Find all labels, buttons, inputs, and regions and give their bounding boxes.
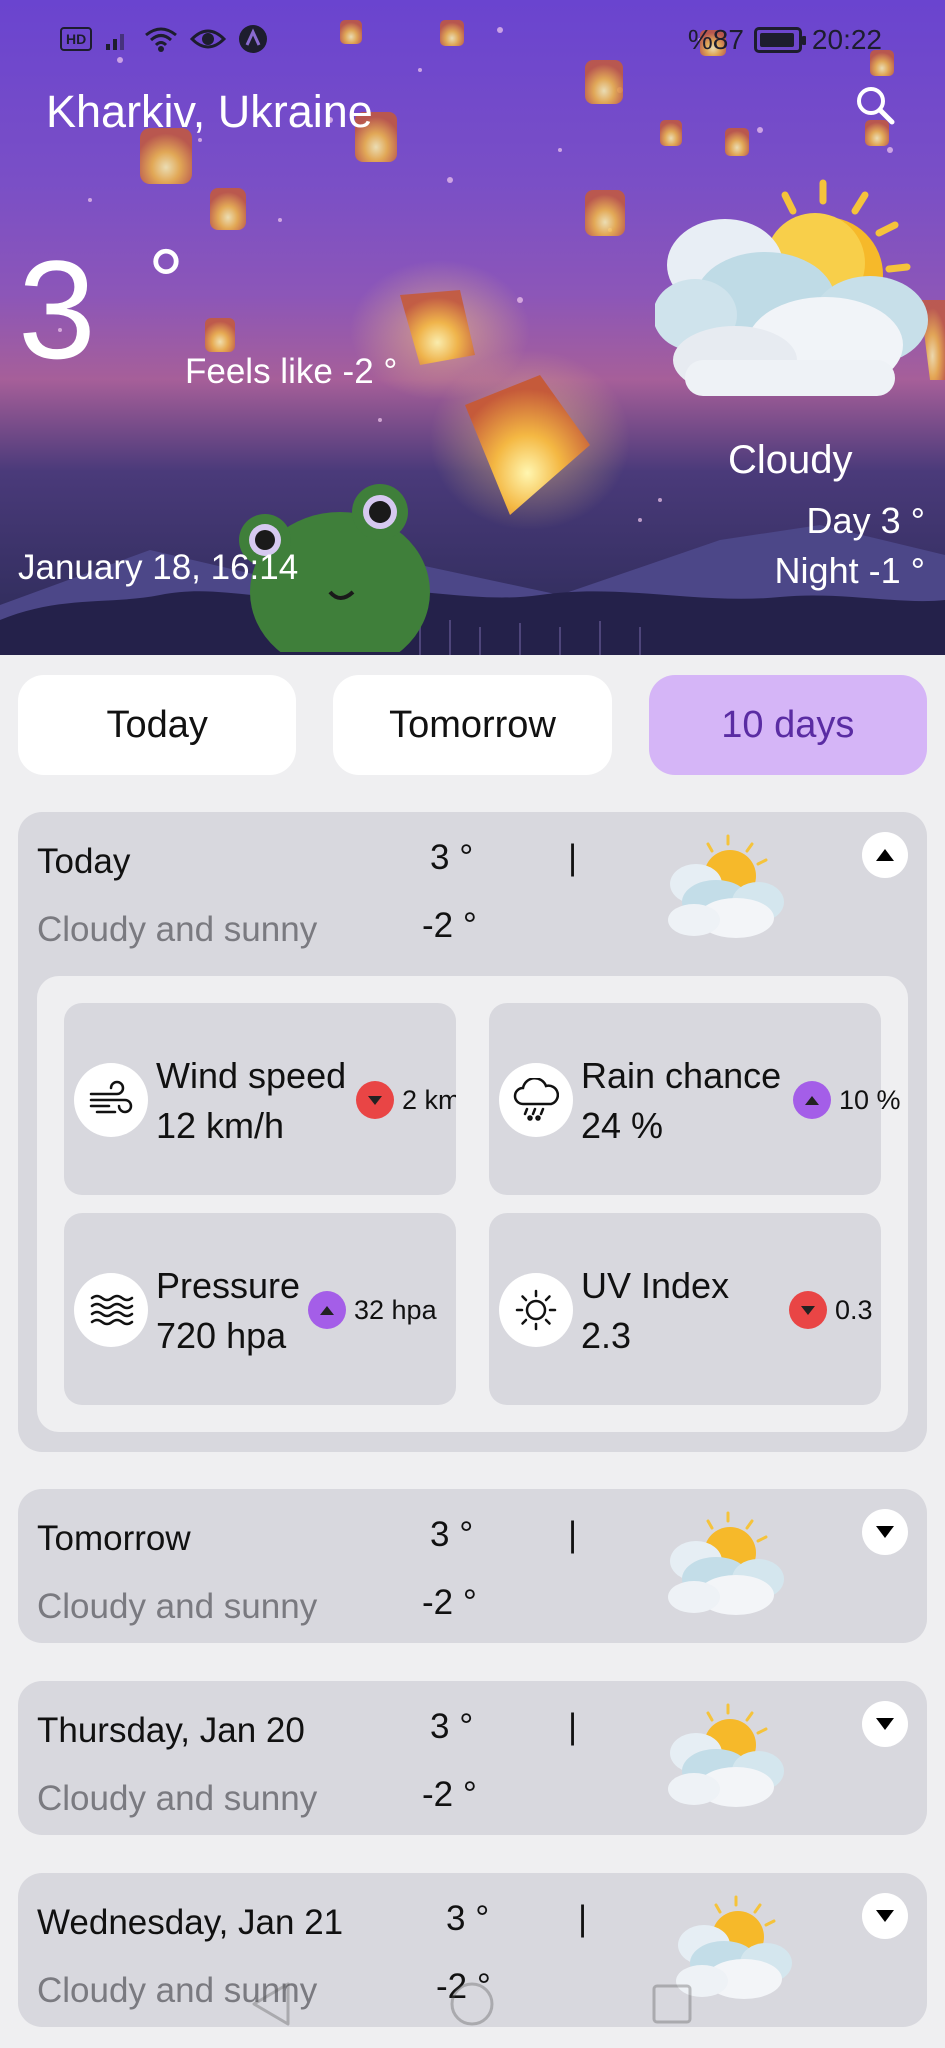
day-card-tomorrow[interactable]: Tomorrow Cloudy and sunny 3 ° -2 ° |	[18, 1489, 927, 1643]
high-temp: 3 °	[430, 838, 474, 877]
signal-icon	[106, 34, 125, 50]
temp-separator: |	[568, 838, 578, 877]
chevron-down-icon	[876, 1526, 894, 1538]
search-icon[interactable]	[852, 82, 898, 128]
metric-trend: 32 hpa	[308, 1291, 437, 1329]
cloudy-sun-icon	[655, 179, 928, 396]
metric-value: 720 hpa	[156, 1315, 287, 1356]
status-bar: HD %87 20:22	[0, 0, 945, 80]
trend-value: 32 hpa	[354, 1294, 437, 1325]
location-name: Kharkiv, Ukraine	[46, 86, 373, 137]
hd-badge: HD	[60, 27, 93, 51]
day-night-temps: Day 3 ° Night -1 °	[775, 496, 925, 596]
high-temp: 3 °	[430, 1515, 474, 1554]
metric-label: Wind speed	[156, 1055, 347, 1096]
day-name: Thursday, Jan 20	[37, 1711, 305, 1750]
day-name: Tomorrow	[37, 1519, 191, 1558]
metric-trend: 2 km/h	[356, 1081, 456, 1119]
expand-toggle[interactable]	[862, 1701, 908, 1747]
day-name: Wednesday, Jan 21	[37, 1903, 344, 1942]
trend-value: 2 km/h	[402, 1084, 456, 1115]
expand-toggle[interactable]	[862, 1893, 908, 1939]
chevron-up-icon	[876, 849, 894, 861]
sun-icon	[499, 1273, 573, 1347]
temp-separator: |	[568, 1707, 578, 1746]
recents-icon[interactable]	[652, 1984, 692, 2024]
night-temp: Night -1 °	[774, 550, 925, 591]
forecast-tabs: Today Tomorrow 10 days	[18, 675, 927, 775]
home-icon[interactable]	[450, 1982, 494, 2026]
cloudy-sun-icon	[668, 834, 784, 938]
trend-down-icon	[356, 1081, 394, 1119]
metric-value: 12 km/h	[156, 1105, 285, 1146]
collapse-toggle[interactable]	[862, 832, 908, 878]
metric-label: Rain chance	[581, 1055, 782, 1096]
weather-header: HD %87 20:22 Kharkiv, Ukraine 3 ° Feels …	[0, 0, 945, 655]
metric-trend: 10 %	[793, 1081, 901, 1119]
metric-label: Pressure	[156, 1265, 301, 1306]
tab-tomorrow[interactable]: Tomorrow	[333, 675, 612, 775]
metric-label: UV Index	[581, 1265, 730, 1306]
temp-separator: |	[568, 1515, 578, 1554]
day-summary: Cloudy and sunny	[37, 910, 318, 949]
wifi-icon	[145, 27, 178, 52]
day-summary: Cloudy and sunny	[37, 1779, 318, 1818]
waves-icon	[74, 1273, 148, 1347]
low-temp: -2 °	[422, 1775, 477, 1814]
tab-10-days[interactable]: 10 days	[648, 675, 927, 775]
status-icons-right: %87 20:22	[688, 24, 882, 56]
system-nav-bar	[252, 1982, 692, 2026]
trend-down-icon	[789, 1291, 827, 1329]
day-summary: Cloudy and sunny	[37, 1587, 318, 1626]
app-notification-icon	[239, 25, 268, 53]
high-temp: 3 °	[446, 1899, 490, 1938]
metric-value: 24 %	[581, 1105, 664, 1146]
status-icons-left: HD	[60, 24, 268, 54]
chevron-down-icon	[876, 1910, 894, 1922]
tab-today[interactable]: Today	[18, 675, 297, 775]
feels-like: Feels like -2 °	[185, 352, 398, 391]
day-temp: Day 3 °	[806, 500, 925, 541]
back-icon[interactable]	[252, 1982, 290, 2026]
current-temperature-value: 3	[18, 231, 96, 388]
metric-wind-speed: Wind speed 12 km/h 2 km/h	[64, 1003, 456, 1195]
trend-value: 0.3	[835, 1294, 873, 1325]
rain-cloud-icon	[499, 1063, 573, 1137]
day-details: Wind speed 12 km/h 2 km/h Rain chance 24…	[37, 976, 908, 1432]
day-name: Today	[37, 842, 131, 881]
battery-icon	[753, 27, 806, 53]
eye-icon	[190, 29, 227, 49]
wind-icon	[74, 1063, 148, 1137]
trend-value: 10 %	[839, 1084, 901, 1115]
trend-up-icon	[308, 1291, 346, 1329]
trend-up-icon	[793, 1081, 831, 1119]
cloudy-sun-icon	[668, 1703, 784, 1807]
day-card-thursday[interactable]: Thursday, Jan 20 Cloudy and sunny 3 ° -2…	[18, 1681, 927, 1835]
metric-trend: 0.3	[789, 1291, 873, 1329]
low-temp: -2 °	[422, 1583, 477, 1622]
expand-toggle[interactable]	[862, 1509, 908, 1555]
current-condition: Cloudy	[728, 438, 853, 482]
battery-percent: %87	[687, 24, 744, 55]
clock: 20:22	[811, 24, 882, 55]
chevron-down-icon	[876, 1718, 894, 1730]
current-temperature: 3 °	[18, 232, 184, 380]
current-date-time: January 18, 16:14	[18, 548, 299, 587]
day-card-today[interactable]: Today Cloudy and sunny 3 ° -2 ° | Wind s…	[18, 812, 927, 1452]
low-temp: -2 °	[422, 906, 477, 945]
metric-uv-index: UV Index 2.3 0.3	[489, 1213, 881, 1405]
degree-symbol: °	[148, 232, 184, 332]
temp-separator: |	[578, 1899, 588, 1938]
metric-rain-chance: Rain chance 24 % 10 %	[489, 1003, 901, 1195]
metric-pressure: Pressure 720 hpa 32 hpa	[64, 1213, 456, 1405]
metric-value: 2.3	[581, 1315, 632, 1356]
cloudy-sun-icon	[668, 1511, 784, 1615]
high-temp: 3 °	[430, 1707, 474, 1746]
